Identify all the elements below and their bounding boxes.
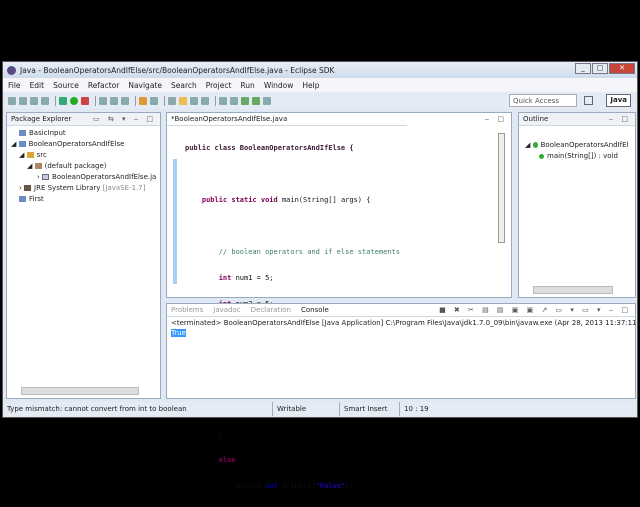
code-line: int num1 = 5; xyxy=(218,274,274,282)
status-message: Type mismatch: cannot convert from int t… xyxy=(3,402,273,416)
project-icon xyxy=(18,141,26,147)
java-perspective-button[interactable]: Java xyxy=(606,94,631,107)
status-insert-mode: Smart Insert xyxy=(340,402,400,416)
open-perspective-icon[interactable] xyxy=(584,96,593,105)
status-cursor-position: 10 : 19 xyxy=(404,405,429,413)
menu-project[interactable]: Project xyxy=(206,81,232,90)
java-file-icon xyxy=(42,174,50,180)
menu-source[interactable]: Source xyxy=(53,81,79,90)
eclipse-window: Java - BooleanOperatorsAndIfElse/src/Boo… xyxy=(2,61,640,490)
scope-indicator xyxy=(173,159,177,284)
save-all-icon[interactable] xyxy=(30,96,38,105)
tab-declaration[interactable]: Declaration xyxy=(251,306,291,314)
close-button[interactable]: ✕ xyxy=(609,63,635,74)
library-icon xyxy=(24,185,32,191)
tree-item[interactable]: ◢ (default package) xyxy=(11,161,160,172)
console-header: <terminated> BooleanOperatorsAndIfElse [… xyxy=(171,319,640,327)
debug-icon[interactable] xyxy=(59,96,67,105)
run-icon[interactable] xyxy=(70,96,78,105)
menu-search[interactable]: Search xyxy=(171,81,197,90)
tab-javadoc[interactable]: Javadoc xyxy=(213,306,240,314)
window-title: Java - BooleanOperatorsAndIfElse/src/Boo… xyxy=(20,65,335,75)
block-selection-icon[interactable] xyxy=(190,96,198,105)
tree-item[interactable]: ◢ BooleanOperatorsAndIfElse xyxy=(11,139,160,150)
main-toolbar: Quick Access Java xyxy=(3,92,637,109)
console-toolbar[interactable]: ■ ✖ ✂ ▤ ▤ ▣ ▣ ↗ ▭ ▾ ▭ ▾ ‒ □ xyxy=(439,306,631,314)
vertical-scrollbar[interactable] xyxy=(498,133,505,243)
new-java-project-icon[interactable] xyxy=(99,96,107,105)
outline-item[interactable]: ◢ BooleanOperatorsAndIfEl xyxy=(525,140,635,151)
package-explorer-tab[interactable]: Package Explorer xyxy=(11,115,71,123)
new-class-icon[interactable] xyxy=(121,96,129,105)
status-writable: Writable xyxy=(273,402,340,416)
print-icon[interactable] xyxy=(41,96,49,105)
console-output[interactable]: True xyxy=(171,329,186,337)
code-line: public class BooleanOperatorsAndIfElse { xyxy=(185,144,354,152)
quick-access-input[interactable]: Quick Access xyxy=(509,94,577,107)
menu-run[interactable]: Run xyxy=(240,81,254,90)
outline-tab[interactable]: Outline xyxy=(523,115,548,123)
search-icon[interactable] xyxy=(150,96,158,105)
back-icon[interactable] xyxy=(241,96,249,105)
title-bar: Java - BooleanOperatorsAndIfElse/src/Boo… xyxy=(3,62,637,78)
external-tools-icon[interactable] xyxy=(81,96,89,105)
menu-refactor[interactable]: Refactor xyxy=(88,81,119,90)
code-line: else xyxy=(218,456,236,464)
project-icon xyxy=(19,130,26,136)
menu-edit[interactable]: Edit xyxy=(30,81,45,90)
package-explorer: Package Explorer ▭ ⇆ ▾ ‒ □ BasicInput ◢ B… xyxy=(6,112,161,399)
code-line: System.out.println("False"); xyxy=(185,482,354,490)
tree-item[interactable]: First xyxy=(11,194,160,205)
outline-scrollbar[interactable] xyxy=(533,286,613,294)
previous-annotation-icon[interactable] xyxy=(230,96,238,105)
method-icon xyxy=(539,153,544,159)
tab-problems[interactable]: Problems xyxy=(171,306,203,314)
maximize-button[interactable]: □ xyxy=(592,63,608,74)
mark-occurrences-icon[interactable] xyxy=(179,96,187,105)
code-line: public static void main(String[] args) { xyxy=(201,196,371,204)
menu-help[interactable]: Help xyxy=(302,81,319,90)
view-controls[interactable]: ▭ ⇆ ▾ ‒ □ xyxy=(93,115,156,123)
open-type-icon[interactable] xyxy=(139,96,147,105)
tree-item[interactable]: BasicInput xyxy=(11,128,160,139)
menu-bar: File Edit Source Refactor Navigate Searc… xyxy=(3,78,637,92)
next-annotation-icon[interactable] xyxy=(219,96,227,105)
new-icon[interactable] xyxy=(8,96,16,105)
tree-item[interactable]: ◢ src xyxy=(11,150,160,161)
eclipse-icon xyxy=(7,65,16,75)
menu-window[interactable]: Window xyxy=(264,81,294,90)
show-whitespace-icon[interactable] xyxy=(201,96,209,105)
tab-console[interactable]: Console xyxy=(301,306,329,314)
tree-item[interactable]: › BooleanOperatorsAndIfElse.ja xyxy=(11,172,160,183)
tree-item[interactable]: › JRE System Library [JavaSE-1.7] xyxy=(11,183,160,194)
annotation-icon[interactable] xyxy=(168,96,176,105)
editor-tab[interactable]: *BooleanOperatorsAndIfElse.java xyxy=(171,115,287,123)
menu-file[interactable]: File xyxy=(8,81,21,90)
outline-item[interactable]: main(String[]) : void xyxy=(525,151,635,162)
editor: *BooleanOperatorsAndIfElse.java ‒ □ publ… xyxy=(166,112,512,490)
package-icon xyxy=(34,163,42,169)
code-line: // boolean operators and if else stateme… xyxy=(185,248,400,256)
status-bar: Type mismatch: cannot convert from int t… xyxy=(3,402,637,416)
outline-view: Outline ‒ □ ◢ BooleanOperatorsAndIfEl mai… xyxy=(518,112,636,298)
class-icon xyxy=(532,142,538,148)
source-folder-icon xyxy=(26,152,34,158)
horizontal-scrollbar[interactable] xyxy=(21,387,139,395)
menu-navigate[interactable]: Navigate xyxy=(128,81,162,90)
minimize-button[interactable]: _ xyxy=(575,63,591,74)
pin-editor-icon[interactable] xyxy=(263,96,271,105)
outline-controls[interactable]: ‒ □ xyxy=(609,115,631,123)
editor-controls[interactable]: ‒ □ xyxy=(485,115,507,123)
forward-icon[interactable] xyxy=(252,96,260,105)
save-icon[interactable] xyxy=(19,96,27,105)
console-panel: Problems Javadoc Declaration Console ■ ✖… xyxy=(166,303,640,399)
project-icon xyxy=(19,196,26,202)
code-line: } xyxy=(185,430,223,438)
new-package-icon[interactable] xyxy=(110,96,118,105)
